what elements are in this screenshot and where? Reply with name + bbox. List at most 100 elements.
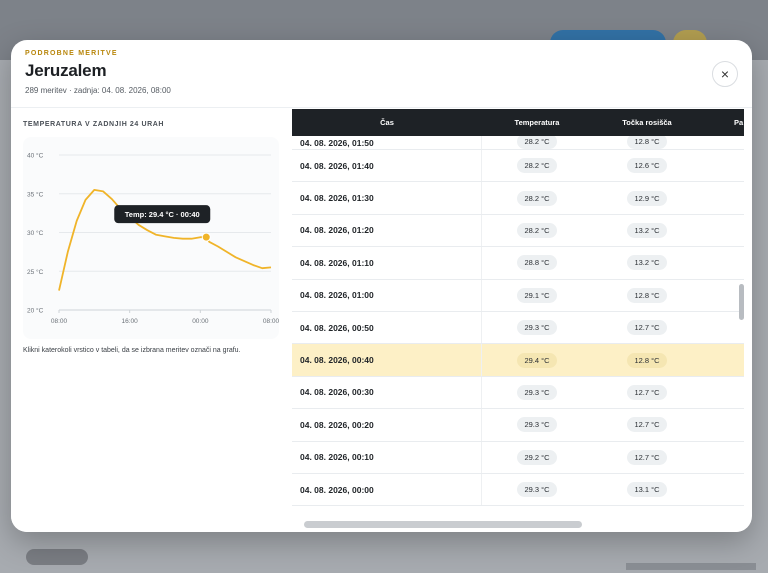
- table-row[interactable]: 04. 08. 2026, 00:00 29.3 °C 13.1 °C 0: [292, 473, 744, 507]
- table-row[interactable]: 04. 08. 2026, 00:20 29.3 °C 12.7 °C 0: [292, 409, 744, 442]
- row-temperature-cell: 28.2 °C: [482, 158, 592, 174]
- row-dewpoint: 12.8 °C: [627, 352, 667, 368]
- selected-point-marker: [201, 232, 211, 242]
- row-temperature: 29.3 °C: [517, 320, 557, 336]
- x-tick-label: 08:00: [263, 318, 279, 325]
- row-extra-cell: 0: [702, 158, 744, 173]
- chart-panel-title: TEMPERATURA V ZADNJIH 24 URAH: [23, 121, 165, 128]
- table-body: 04. 08. 2026, 01:50 28.2 °C 12.8 °C 0 04…: [292, 136, 744, 507]
- row-temperature: 29.2 °C: [517, 449, 557, 465]
- row-dewpoint-cell: 13.2 °C: [592, 222, 702, 238]
- table-row[interactable]: 04. 08. 2026, 00:50 29.3 °C 12.7 °C 0: [292, 311, 744, 345]
- row-time: 04. 08. 2026, 01:20: [292, 214, 482, 247]
- table-row[interactable]: 04. 08. 2026, 01:00 29.1 °C 12.8 °C 0: [292, 279, 744, 312]
- row-time: 04. 08. 2026, 00:20: [292, 409, 482, 441]
- table-row[interactable]: 04. 08. 2026, 01:20 28.2 °C 13.2 °C 0: [292, 214, 744, 248]
- temperature-chart: 20 °C 25 °C 30 °C 35 °C 40 °C 08:00 16:00 00:00…: [23, 137, 279, 339]
- row-dewpoint-cell: 12.8 °C: [592, 352, 702, 368]
- row-extra-cell: 0: [702, 385, 744, 400]
- y-tick-label: 25 °C: [27, 268, 44, 276]
- row-temperature-cell: 28.2 °C: [482, 136, 592, 149]
- table-header: Čas Temperatura Točka rosišča Pa: [292, 109, 744, 136]
- table-row[interactable]: 04. 08. 2026, 01:50 28.2 °C 12.8 °C 0: [292, 136, 744, 150]
- row-temperature-cell: 29.4 °C: [482, 352, 592, 368]
- row-temperature-cell: 29.3 °C: [482, 384, 592, 400]
- row-temperature-cell: 29.1 °C: [482, 287, 592, 303]
- column-header-time[interactable]: Čas: [292, 118, 482, 127]
- row-dewpoint: 12.8 °C: [627, 136, 667, 149]
- row-extra-cell: 0: [702, 191, 744, 206]
- column-header-dewpoint[interactable]: Točka rosišča: [592, 118, 702, 127]
- row-dewpoint-cell: 13.2 °C: [592, 255, 702, 271]
- row-extra-cell: 0: [702, 223, 744, 238]
- row-temperature: 29.3 °C: [517, 482, 557, 498]
- temperature-chart-svg: 20 °C 25 °C 30 °C 35 °C 40 °C 08:00 16:00 00:00…: [27, 152, 279, 326]
- row-time: 04. 08. 2026, 00:10: [292, 441, 482, 473]
- row-extra-cell: 0: [702, 417, 744, 432]
- backdrop-logo: [26, 549, 88, 565]
- table-row[interactable]: 04. 08. 2026, 01:40 28.2 °C 12.6 °C 0: [292, 150, 744, 183]
- row-extra-cell: 0: [702, 353, 744, 368]
- row-dewpoint-cell: 12.7 °C: [592, 384, 702, 400]
- table-row[interactable]: 04. 08. 2026, 01:10 28.8 °C 13.2 °C 0: [292, 247, 744, 280]
- row-temperature: 28.2 °C: [517, 222, 557, 238]
- row-temperature-cell: 28.8 °C: [482, 255, 592, 271]
- row-time: 04. 08. 2026, 01:30: [292, 182, 482, 214]
- close-button[interactable]: ×: [712, 61, 738, 87]
- row-temperature-cell: 29.2 °C: [482, 449, 592, 465]
- map-attribution: [626, 563, 756, 570]
- table-row[interactable]: 04. 08. 2026, 00:10 29.2 °C 12.7 °C 0: [292, 441, 744, 474]
- y-tick-label: 35 °C: [27, 190, 44, 198]
- row-extra-cell: 0: [702, 136, 744, 149]
- row-dewpoint-cell: 12.7 °C: [592, 417, 702, 433]
- row-dewpoint: 12.7 °C: [627, 384, 667, 400]
- row-temperature-cell: 29.3 °C: [482, 482, 592, 498]
- row-dewpoint-cell: 12.9 °C: [592, 190, 702, 206]
- row-temperature: 29.3 °C: [517, 417, 557, 433]
- row-temperature: 28.2 °C: [517, 190, 557, 206]
- column-header-temperature[interactable]: Temperatura: [482, 118, 592, 127]
- temperature-series-line: [58, 189, 272, 291]
- row-temperature-cell: 29.3 °C: [482, 320, 592, 336]
- row-temperature: 28.2 °C: [517, 158, 557, 174]
- row-temperature: 29.4 °C: [517, 352, 557, 368]
- y-tick-label: 20 °C: [27, 307, 44, 315]
- row-dewpoint: 12.9 °C: [627, 190, 667, 206]
- row-temperature: 29.3 °C: [517, 384, 557, 400]
- x-tick-label: 16:00: [122, 318, 139, 325]
- row-time: 04. 08. 2026, 01:40: [292, 150, 482, 182]
- row-time: 04. 08. 2026, 01:00: [292, 279, 482, 311]
- column-header-pressure[interactable]: Pa: [702, 118, 744, 127]
- row-time: 04. 08. 2026, 00:30: [292, 376, 482, 409]
- modal-eyebrow: PODROBNE MERITVE: [25, 50, 118, 57]
- row-temperature: 28.2 °C: [517, 136, 557, 149]
- row-dewpoint-cell: 12.7 °C: [592, 320, 702, 336]
- x-tick-label: 00:00: [192, 318, 209, 325]
- row-dewpoint-cell: 12.8 °C: [592, 287, 702, 303]
- chart-tooltip-text: Temp: 29.4 °C · 00:40: [125, 210, 200, 219]
- station-title: Jeruzalem: [25, 61, 107, 80]
- chart-hint: Klikni katerokoli vrstico v tabeli, da s…: [23, 347, 241, 354]
- row-temperature: 28.8 °C: [517, 255, 557, 271]
- modal-header: PODROBNE MERITVE Jeruzalem 289 meritev ·…: [11, 40, 752, 108]
- row-extra-cell: 0: [702, 255, 744, 270]
- table-row-selected[interactable]: 04. 08. 2026, 00:40 29.4 °C 12.8 °C 0: [292, 344, 744, 377]
- row-dewpoint-cell: 12.7 °C: [592, 449, 702, 465]
- row-dewpoint: 13.2 °C: [627, 222, 667, 238]
- y-tick-label: 40 °C: [27, 152, 44, 160]
- row-time: 04. 08. 2026, 00:50: [292, 311, 482, 344]
- row-dewpoint-cell: 12.8 °C: [592, 136, 702, 149]
- row-dewpoint: 13.1 °C: [627, 482, 667, 498]
- table-row[interactable]: 04. 08. 2026, 01:30 28.2 °C 12.9 °C 0: [292, 182, 744, 215]
- table-row[interactable]: 04. 08. 2026, 00:30 29.3 °C 12.7 °C 0: [292, 376, 744, 410]
- row-time: 04. 08. 2026, 01:50: [292, 136, 482, 149]
- vertical-scrollbar[interactable]: [739, 284, 744, 320]
- row-temperature-cell: 29.3 °C: [482, 417, 592, 433]
- row-extra-cell: 0: [702, 288, 744, 303]
- row-extra-cell: 0: [702, 450, 744, 465]
- chart-panel: TEMPERATURA V ZADNJIH 24 URAH 20 °C 25 °C…: [11, 109, 292, 532]
- row-time: 04. 08. 2026, 00:00: [292, 473, 482, 506]
- measurements-table: Čas Temperatura Točka rosišča Pa 04. 08.…: [292, 109, 744, 532]
- horizontal-scrollbar[interactable]: [304, 521, 582, 528]
- row-dewpoint: 12.8 °C: [627, 287, 667, 303]
